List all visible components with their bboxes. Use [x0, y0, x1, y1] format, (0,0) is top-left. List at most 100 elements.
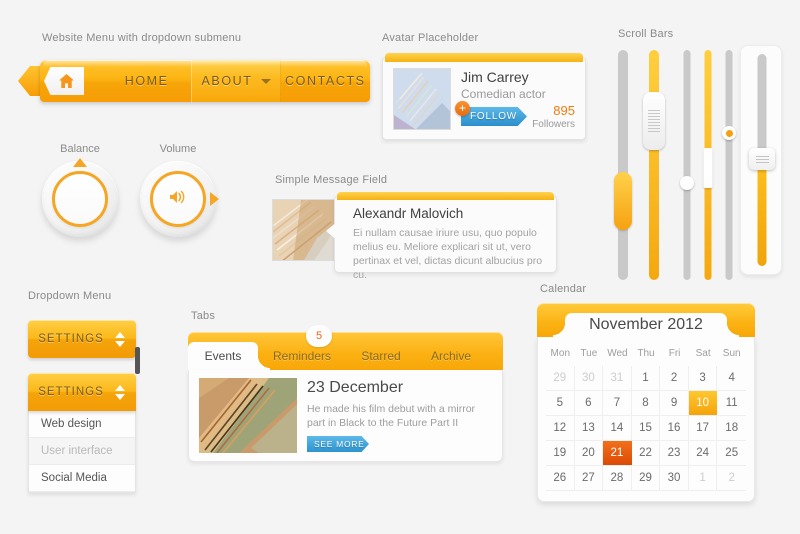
knob-volume-label: Volume — [159, 143, 197, 155]
calendar-day[interactable]: 31 — [603, 366, 632, 391]
slider-thumb-pill[interactable] — [614, 172, 632, 230]
spinner-arrows-icon[interactable] — [110, 331, 130, 347]
calendar-day[interactable]: 13 — [574, 416, 604, 441]
calendar-day[interactable]: 19 — [546, 441, 575, 466]
menu-item-home-tab[interactable] — [40, 60, 102, 102]
calendar-day[interactable]: 1 — [631, 366, 661, 391]
dropdown-closed-button[interactable]: SETTINGS — [28, 320, 136, 358]
slider-track[interactable] — [649, 50, 659, 280]
slider-thumb-dot[interactable] — [680, 176, 694, 190]
see-more-button[interactable]: SEE MORE — [307, 436, 369, 452]
tabs-badge: 5 — [306, 325, 332, 347]
slider-thumb-dot-orange[interactable] — [722, 126, 736, 140]
calendar-day[interactable]: 16 — [660, 416, 689, 441]
slider-thumb-square[interactable] — [749, 148, 775, 170]
calendar-day[interactable]: 12 — [546, 416, 575, 441]
calendar-day[interactable]: 2 — [717, 466, 746, 491]
dropdown-item-label: Web design — [41, 418, 102, 430]
calendar-dow: Fri — [668, 348, 681, 359]
calendar-day[interactable]: 20 — [574, 441, 604, 466]
calendar-day[interactable]: 27 — [574, 466, 604, 491]
dropdown-scrollbar[interactable] — [135, 347, 140, 374]
calendar-day[interactable]: 7 — [603, 391, 632, 416]
tabs-row: Events Reminders Starred Archive — [188, 342, 503, 370]
tab-events[interactable]: Events — [188, 342, 270, 370]
calendar-day[interactable]: 29 — [631, 466, 661, 491]
home-icon[interactable] — [44, 67, 84, 95]
calendar-day[interactable]: 1 — [688, 466, 718, 491]
calendar-day[interactable]: 23 — [660, 441, 689, 466]
label-calendar: Calendar — [540, 283, 587, 295]
tab-archive[interactable]: Archive — [416, 342, 486, 370]
slider-pill-gray[interactable] — [612, 50, 634, 280]
calendar-day[interactable]: 6 — [574, 391, 604, 416]
message-bubble: Alexandr Malovich Ei nullam causae iriur… — [334, 192, 557, 281]
tabs-content-title: 23 December — [307, 379, 404, 396]
tabs-header: 5 Events Reminders Starred Archive — [188, 325, 503, 370]
dropdown-list: Web design User interface Social Media — [28, 347, 140, 493]
calendar-day[interactable]: 4 — [717, 366, 746, 391]
knob-balance-ring — [52, 171, 108, 227]
knob-volume[interactable] — [140, 161, 219, 237]
calendar-day[interactable]: 30 — [660, 466, 689, 491]
follow-button[interactable]: FOLLOW — [461, 107, 527, 126]
calendar-day-selected[interactable]: 21 — [603, 441, 632, 466]
slider-dotorange-gray[interactable] — [720, 50, 738, 280]
calendar-day[interactable]: 17 — [688, 416, 718, 441]
calendar-day[interactable]: 9 — [660, 391, 689, 416]
slider-track[interactable] — [725, 50, 733, 280]
slider-track[interactable] — [683, 50, 691, 280]
slider-thumb-grip[interactable] — [643, 92, 665, 150]
dropdown-item-web-design[interactable]: Web design — [29, 411, 135, 438]
calendar-day[interactable]: 25 — [717, 441, 746, 466]
dropdown-item-social-media[interactable]: Social Media — [29, 465, 135, 492]
calendar-day[interactable]: 8 — [631, 391, 661, 416]
knob-volume-pointer-icon — [210, 192, 219, 206]
slider-thumb-bar[interactable] — [703, 148, 713, 188]
message-field: Alexandr Malovich Ei nullam causae iriur… — [272, 192, 557, 281]
menu-item-contacts[interactable]: CONTACTS — [281, 60, 370, 102]
message-author: Alexandr Malovich — [353, 206, 464, 221]
label-message-field: Simple Message Field — [275, 174, 388, 186]
calendar-dow: Tue — [580, 348, 598, 359]
dropdown-item-user-interface[interactable]: User interface — [29, 438, 135, 465]
menu-item-about[interactable]: ABOUT — [191, 60, 281, 102]
slider-bar-yellow[interactable] — [700, 50, 716, 280]
calendar-day[interactable]: 2 — [660, 366, 689, 391]
calendar-day[interactable]: 5 — [546, 391, 575, 416]
menu-item-home[interactable]: HOME — [102, 60, 191, 102]
calendar-day[interactable]: 28 — [603, 466, 632, 491]
avatar-card-topbar — [385, 53, 583, 62]
plus-icon[interactable]: + — [455, 101, 470, 116]
calendar-day[interactable]: 15 — [631, 416, 661, 441]
slider-panel — [740, 45, 782, 275]
calendar-header: November 2012 — [537, 303, 755, 337]
knob-balance[interactable] — [42, 158, 118, 237]
calendar-day-highlighted[interactable]: 10 — [688, 391, 718, 416]
dropdown-open-button[interactable]: SETTINGS — [28, 373, 136, 411]
calendar-day[interactable]: 22 — [631, 441, 661, 466]
slider-track-upper[interactable] — [757, 54, 767, 158]
tab-starred[interactable]: Starred — [346, 342, 416, 370]
tab-reminders[interactable]: Reminders — [258, 342, 346, 370]
calendar-day[interactable]: 11 — [717, 391, 746, 416]
calendar-day[interactable]: 24 — [688, 441, 718, 466]
dropdown-menu-group: SETTINGS SETTINGS Web design User interf… — [28, 320, 140, 493]
calendar-day[interactable]: 26 — [546, 466, 575, 491]
spinner-arrows-icon[interactable] — [110, 384, 130, 400]
knob-balance-label: Balance — [60, 143, 100, 155]
slider-track[interactable] — [618, 50, 628, 280]
slider-track-lower[interactable] — [757, 158, 767, 266]
calendar-day[interactable]: 14 — [603, 416, 632, 441]
calendar-body: Mon Tue Wed Thu Fri Sat Sun 29 30 31 1 2 3 4 5 6… — [537, 337, 755, 502]
calendar-day[interactable]: 3 — [688, 366, 718, 391]
slider-panel-split[interactable] — [741, 54, 783, 266]
knob-balance-group: Balance — [42, 143, 118, 237]
slider-dot-gray[interactable] — [678, 50, 696, 280]
calendar-day[interactable]: 18 — [717, 416, 746, 441]
slider-grip-yellow[interactable] — [642, 50, 666, 280]
speaker-icon — [168, 189, 188, 210]
calendar-day[interactable]: 29 — [546, 366, 575, 391]
dropdown-item-label: Social Media — [41, 472, 107, 484]
calendar-day[interactable]: 30 — [574, 366, 604, 391]
